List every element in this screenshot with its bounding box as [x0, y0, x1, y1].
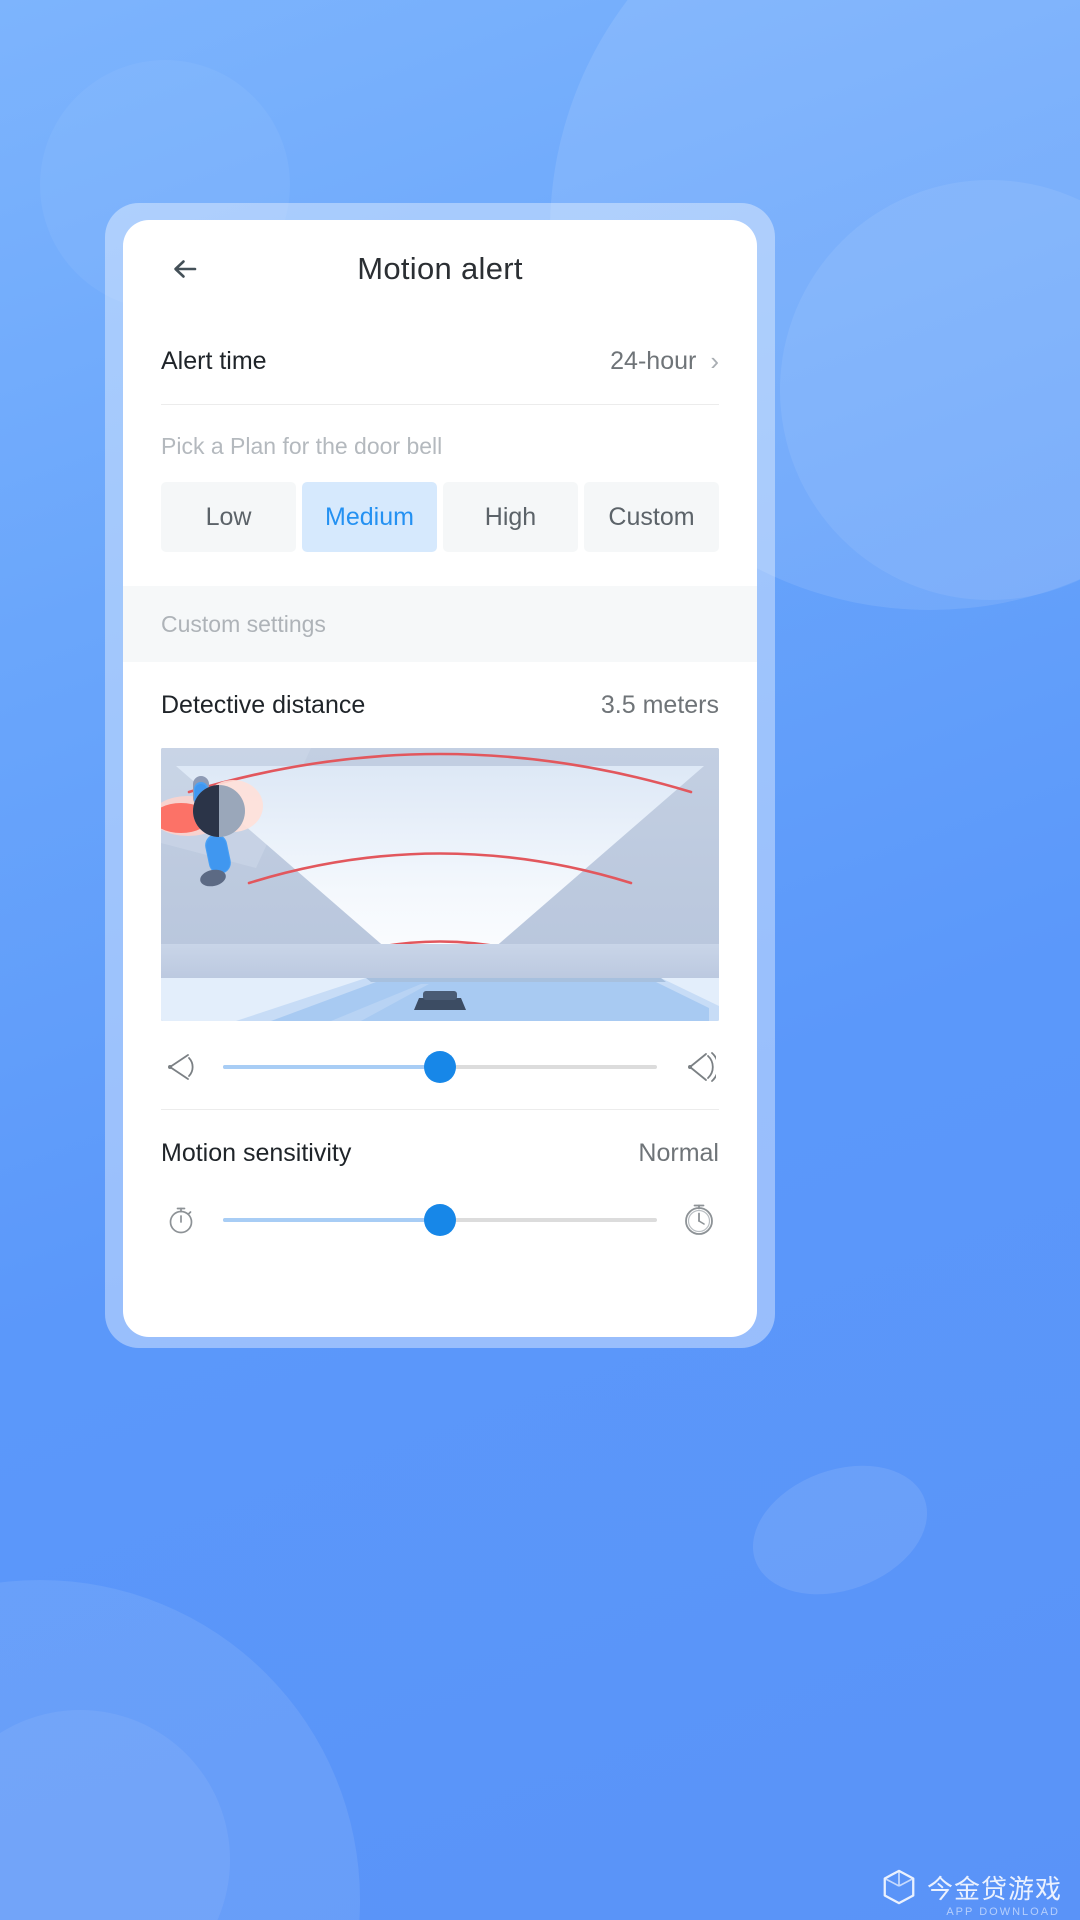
stopwatch-large-icon[interactable] — [679, 1200, 719, 1240]
phone-screen: Motion alert Alert time 24-hour › Pick a… — [123, 220, 757, 1337]
motion-sensitivity-label: Motion sensitivity — [161, 1138, 352, 1167]
back-button[interactable] — [161, 245, 209, 293]
wide-angle-icon[interactable] — [679, 1047, 719, 1087]
alert-time-section: Alert time 24-hour › — [123, 318, 757, 404]
motion-sensitivity-section: Motion sensitivity Normal — [123, 1110, 757, 1196]
app-header: Motion alert — [123, 220, 757, 318]
detective-distance-slider-row — [123, 1021, 757, 1109]
illustration-wrap — [123, 748, 757, 1021]
plan-chip-medium[interactable]: Medium — [302, 482, 437, 552]
detective-distance-slider[interactable] — [223, 1050, 657, 1084]
plan-chip-high[interactable]: High — [443, 482, 578, 552]
alert-time-right: 24-hour › — [610, 347, 719, 376]
detective-distance-row: Detective distance 3.5 meters — [161, 662, 719, 748]
plan-chip-group: Low Medium High Custom — [123, 460, 757, 586]
watermark-text: 今金贷游戏 — [926, 1873, 1062, 1904]
detection-cone-graphic — [161, 748, 719, 1021]
alert-time-row[interactable]: Alert time 24-hour › — [161, 318, 719, 404]
watermark: 今金贷游戏 — [880, 1868, 1062, 1906]
custom-settings-band: Custom settings — [123, 586, 757, 662]
chevron-right-icon: › — [710, 346, 719, 376]
detection-cone-illustration — [161, 748, 719, 1021]
narrow-angle-icon[interactable] — [161, 1047, 201, 1087]
detective-distance-section: Detective distance 3.5 meters — [123, 662, 757, 748]
alert-time-label: Alert time — [161, 346, 267, 375]
motion-sensitivity-slider-row — [123, 1196, 757, 1262]
detective-distance-value: 3.5 meters — [600, 690, 719, 719]
motion-sensitivity-value: Normal — [638, 1138, 719, 1167]
motion-sensitivity-row: Motion sensitivity Normal — [161, 1110, 719, 1196]
stopwatch-small-icon[interactable] — [161, 1200, 201, 1240]
cube-logo-icon — [883, 1869, 915, 1905]
slider-thumb[interactable] — [424, 1204, 456, 1236]
alert-time-value: 24-hour — [610, 346, 697, 375]
slider-fill — [223, 1065, 440, 1069]
slider-fill — [223, 1218, 440, 1222]
motion-sensitivity-slider[interactable] — [223, 1203, 657, 1237]
page-title: Motion alert — [357, 251, 523, 286]
arrow-left-icon — [174, 260, 197, 278]
detective-distance-label: Detective distance — [161, 690, 366, 719]
watermark-subtext: APP DOWNLOAD — [946, 1906, 1060, 1918]
slider-thumb[interactable] — [424, 1051, 456, 1083]
plan-hint: Pick a Plan for the door bell — [161, 433, 443, 459]
plan-chip-low[interactable]: Low — [161, 482, 296, 552]
plan-chip-custom[interactable]: Custom — [584, 482, 719, 552]
